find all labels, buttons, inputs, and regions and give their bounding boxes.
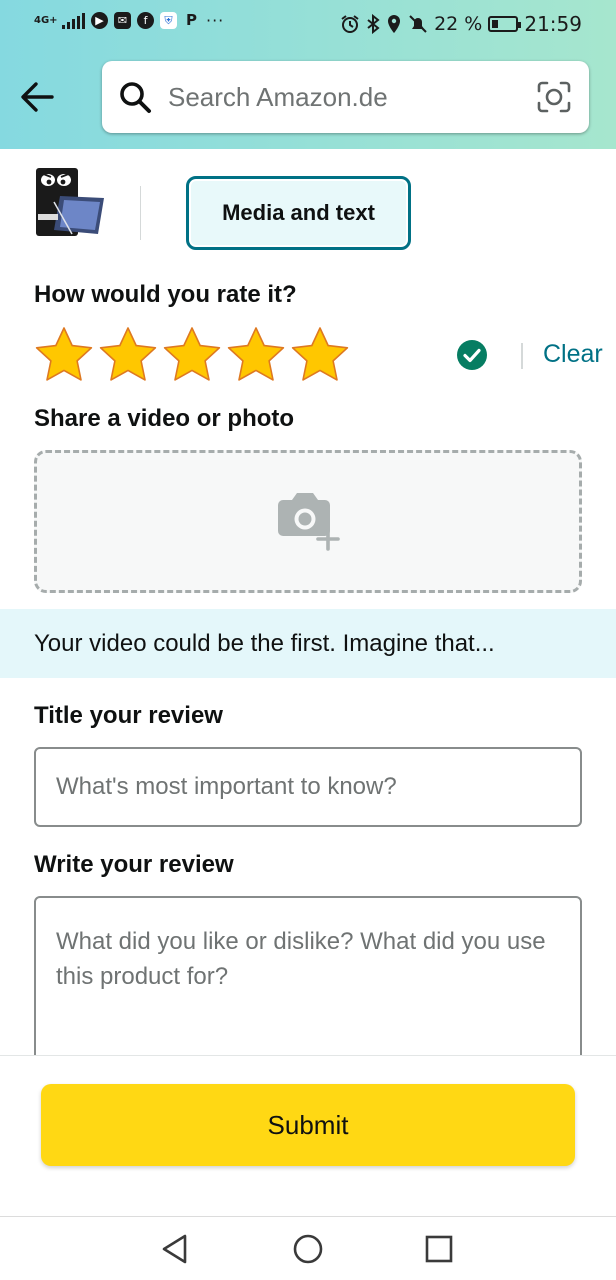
status-left: 4G+ ▶ ✉ f ⛨ P ··· (34, 12, 224, 29)
battery-icon (488, 16, 522, 32)
alarm-icon (341, 15, 359, 33)
star-rating[interactable] (34, 325, 350, 383)
search-icon (120, 82, 151, 113)
back-arrow-icon[interactable] (18, 78, 58, 116)
media-upload-area[interactable] (34, 450, 582, 593)
star-icon-5[interactable] (290, 325, 350, 383)
signal-icon (62, 12, 85, 29)
system-nav-bar (0, 1216, 616, 1280)
overflow-dots: ··· (206, 10, 225, 30)
star-icon-4[interactable] (226, 325, 286, 383)
status-bar: 4G+ ▶ ✉ f ⛨ P ··· 22 % 21:59 (0, 0, 616, 46)
media-heading: Share a video or photo (34, 405, 295, 432)
facebook-icon: f (137, 12, 154, 29)
battery-percent: 22 % (434, 13, 483, 35)
location-icon (388, 15, 401, 33)
video-banner: Your video could be the first. Imagine t… (0, 609, 616, 678)
star-icon-1[interactable] (34, 325, 94, 383)
mail-app-icon: ✉ (114, 12, 131, 29)
clear-rating-link[interactable]: Clear (543, 340, 603, 369)
mute-bell-icon (409, 15, 427, 33)
submit-button[interactable]: Submit (41, 1084, 575, 1166)
product-divider (140, 186, 141, 240)
check-circle-icon (457, 340, 487, 370)
network-type: 4G+ (34, 14, 58, 26)
nav-back-icon[interactable] (158, 1231, 194, 1267)
title-heading: Title your review (34, 702, 223, 729)
clock: 21:59 (524, 12, 582, 36)
rating-heading: How would you rate it? (34, 281, 297, 308)
shield-app-icon: ▶ (91, 12, 108, 29)
paypal-icon: P (186, 11, 197, 29)
clear-separator (521, 343, 523, 369)
top-header: 4G+ ▶ ✉ f ⛨ P ··· 22 % 21:59 Search Amaz… (0, 0, 616, 149)
review-title-input[interactable] (34, 747, 582, 827)
nav-home-icon[interactable] (290, 1231, 326, 1267)
bluetooth-icon (367, 14, 380, 34)
add-photo-camera-icon (278, 493, 340, 551)
search-input[interactable] (168, 77, 528, 117)
submit-footer: Submit (0, 1055, 616, 1215)
tab-media-and-text[interactable]: Media and text (186, 176, 411, 250)
status-right: 22 % 21:59 (340, 12, 582, 36)
star-icon-2[interactable] (98, 325, 158, 383)
nav-recents-icon[interactable] (421, 1231, 457, 1267)
star-icon-3[interactable] (162, 325, 222, 383)
vpn-shield-icon: ⛨ (160, 12, 177, 29)
product-thumbnail (36, 168, 104, 236)
review-heading: Write your review (34, 851, 234, 878)
camera-lens-icon[interactable] (537, 81, 571, 113)
search-bar[interactable] (102, 61, 589, 133)
